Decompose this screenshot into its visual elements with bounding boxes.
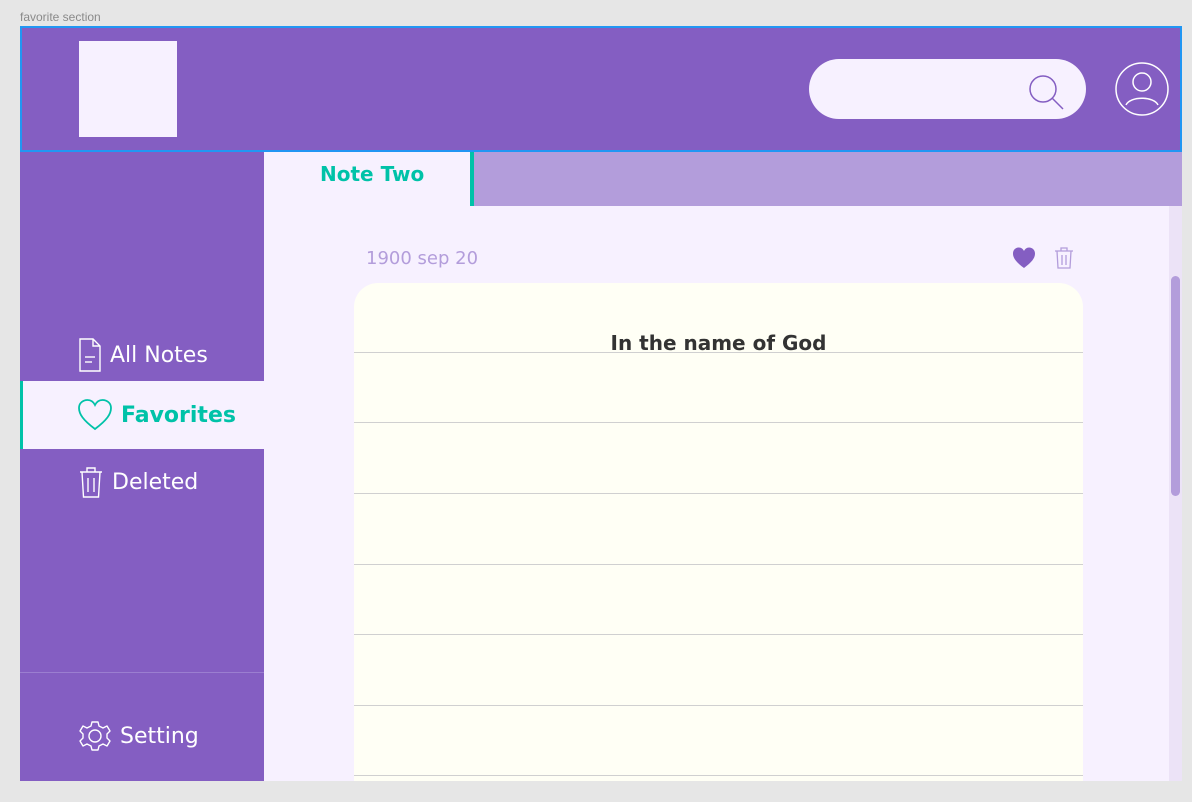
sidebar-item-label: All Notes <box>110 342 208 368</box>
search-input[interactable] <box>829 73 1009 105</box>
note-line <box>354 564 1083 565</box>
note-line <box>354 705 1083 706</box>
app-window: All Notes Favorites Deleted Setting Note… <box>20 26 1182 781</box>
app-logo[interactable] <box>79 41 177 137</box>
search-bar[interactable] <box>809 59 1086 119</box>
note-date: 1900 sep 20 <box>366 248 479 269</box>
heart-icon <box>78 399 112 431</box>
scrollbar-thumb[interactable] <box>1171 276 1180 496</box>
sidebar: All Notes Favorites Deleted Setting <box>20 152 264 781</box>
sidebar-item-label: Favorites <box>121 402 236 428</box>
note-line <box>354 775 1083 776</box>
note-card[interactable]: In the name of God <box>354 283 1083 781</box>
sidebar-item-setting[interactable]: Setting <box>20 703 264 769</box>
sidebar-settings-label: Setting <box>120 723 199 749</box>
user-profile-icon[interactable] <box>1114 61 1170 117</box>
note-line <box>354 352 1083 353</box>
note-line <box>354 493 1083 494</box>
sidebar-item-label: Deleted <box>112 469 199 495</box>
header <box>20 26 1182 152</box>
note-line <box>354 634 1083 635</box>
sidebar-item-all-notes[interactable]: All Notes <box>20 322 264 388</box>
gear-icon <box>79 721 111 751</box>
main-content: Note Two 1900 sep 20 In the name of God <box>264 152 1182 781</box>
note-line <box>354 422 1083 423</box>
sidebar-item-favorites[interactable]: Favorites <box>20 381 264 449</box>
sidebar-item-deleted[interactable]: Deleted <box>20 449 264 515</box>
tab-bar: Note Two <box>264 152 1182 206</box>
tab-note-two[interactable]: Note Two <box>264 152 474 206</box>
scrollbar[interactable] <box>1169 206 1182 781</box>
search-icon[interactable] <box>1026 72 1066 112</box>
favorite-heart-icon[interactable] <box>1012 246 1036 270</box>
delete-trash-icon[interactable] <box>1053 246 1075 270</box>
frame-label: favorite section <box>20 10 101 24</box>
document-icon <box>79 338 101 372</box>
sidebar-divider <box>20 672 264 673</box>
trash-icon <box>80 467 102 498</box>
